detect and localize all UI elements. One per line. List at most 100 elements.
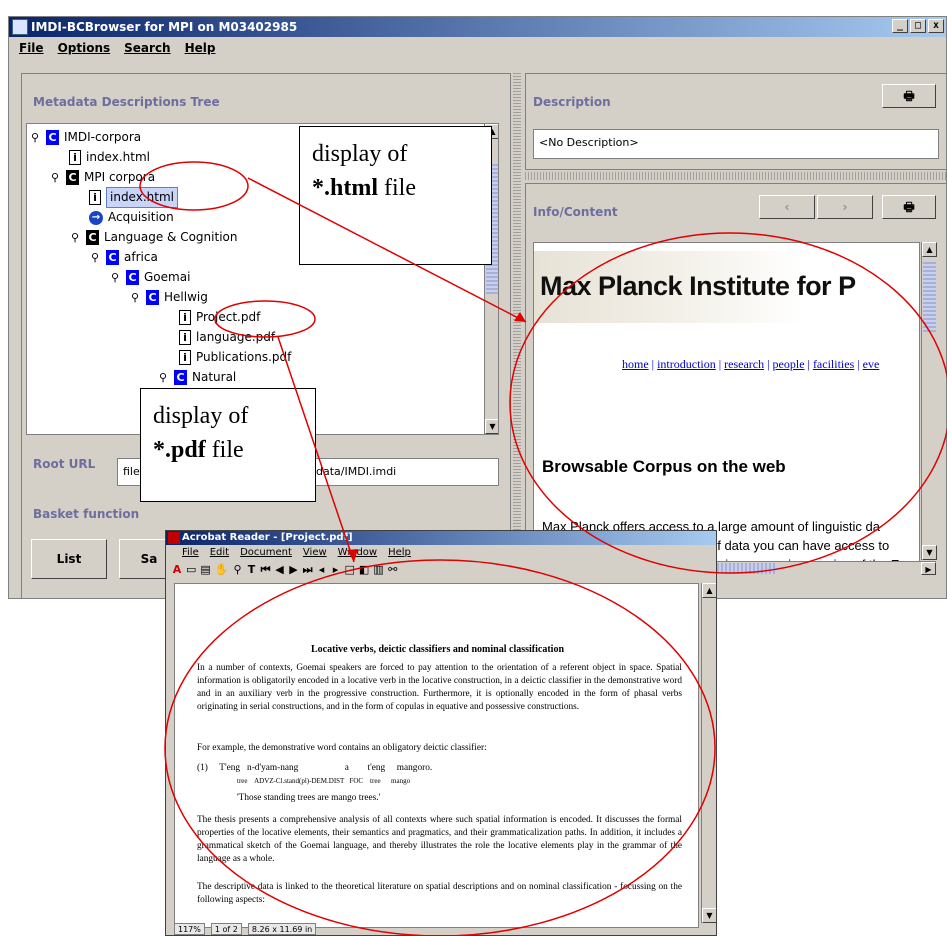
- scroll-right-icon[interactable]: ▶: [921, 562, 936, 575]
- go-back-icon[interactable]: ◂: [317, 561, 327, 578]
- zoom-level[interactable]: 117%: [174, 923, 205, 935]
- callout-rest: file: [205, 437, 244, 463]
- acro-menu-window[interactable]: Window: [338, 546, 377, 559]
- menu-options[interactable]: Options: [58, 38, 111, 58]
- scroll-down-icon[interactable]: ▼: [485, 419, 498, 434]
- horizontal-splitter[interactable]: [525, 172, 946, 180]
- tree-node-label: Language & Cognition: [104, 230, 238, 244]
- acrobat-title: Acrobat Reader - [Project.pdf]: [182, 532, 353, 543]
- back-button[interactable]: ‹: [759, 195, 815, 219]
- menu-help[interactable]: Help: [185, 38, 216, 58]
- forward-button[interactable]: ›: [817, 195, 873, 219]
- tree-node-goemai[interactable]: ⚲ C Goemai: [111, 268, 190, 287]
- scroll-thumb[interactable]: [923, 262, 936, 332]
- print-button[interactable]: 🖶: [882, 84, 936, 108]
- tree-node-label: Acquisition: [108, 210, 174, 224]
- key-icon: ⚲: [91, 251, 100, 264]
- zoom-tool-icon[interactable]: ⚲: [233, 561, 243, 578]
- printer-icon: 🖶: [903, 89, 915, 103]
- next-page-icon[interactable]: ▶: [289, 561, 299, 578]
- tree-node-hellwig[interactable]: ⚲ C Hellwig: [131, 288, 208, 307]
- tree-node-project-pdf[interactable]: i Project.pdf: [179, 308, 260, 327]
- actual-size-icon[interactable]: □: [345, 561, 355, 578]
- chevron-right-icon: ›: [842, 200, 848, 214]
- pdf-paragraph: In a number of contexts, Goemai speakers…: [197, 663, 682, 712]
- acro-menu-view[interactable]: View: [303, 546, 327, 559]
- acro-menu-file[interactable]: File: [182, 546, 199, 559]
- pdf-paragraph: The descriptive data is linked to the th…: [197, 882, 682, 905]
- page-number[interactable]: 1 of 2: [210, 923, 242, 935]
- scroll-down-icon[interactable]: ▼: [922, 545, 937, 560]
- title-bar[interactable]: IMDI-BCBrowser for MPI on M03402985 _ □ …: [9, 17, 946, 37]
- nav-introduction[interactable]: introduction: [657, 357, 716, 371]
- chevron-left-icon: ‹: [784, 200, 790, 214]
- nav-events[interactable]: eve: [863, 357, 880, 371]
- go-forward-icon[interactable]: ▸: [331, 561, 341, 578]
- text-tool-icon[interactable]: T: [247, 561, 257, 578]
- acro-menu-document[interactable]: Document: [240, 546, 292, 559]
- callout-line: display of: [153, 403, 249, 429]
- list-button[interactable]: List: [31, 539, 107, 579]
- print-content-button[interactable]: 🖶: [882, 195, 936, 219]
- acrobat-toolbar: A ▭ ▤ ✋ ⚲ T ⏮ ◀ ▶ ⏭ ◂ ▸ □ ◧ ▥ ⚯: [168, 561, 716, 578]
- nav-people[interactable]: people: [773, 357, 805, 371]
- maximize-button[interactable]: □: [910, 19, 926, 33]
- nav-research[interactable]: research: [724, 357, 764, 371]
- minimize-button[interactable]: _: [892, 19, 908, 33]
- tree-node-mpi-corpora[interactable]: ⚲ C MPI corpora: [51, 168, 155, 187]
- nav-home[interactable]: home: [622, 357, 649, 371]
- tree-node-imdi-corpora[interactable]: ⚲ C IMDI-corpora: [31, 128, 141, 147]
- page-header: Max Planck Institute for P: [540, 271, 856, 301]
- acro-menu-edit[interactable]: Edit: [210, 546, 229, 559]
- info-icon: i: [69, 150, 81, 165]
- info-scrollbar[interactable]: ▲ ▼: [921, 242, 937, 560]
- acrobat-title-bar[interactable]: Acrobat Reader - [Project.pdf]: [166, 531, 716, 545]
- tree-node-label: Publications.pdf: [196, 350, 292, 364]
- acro-menu-help[interactable]: Help: [388, 546, 411, 559]
- hand-tool-icon[interactable]: ✋: [215, 561, 229, 578]
- find-icon[interactable]: ⚯: [388, 561, 398, 578]
- menu-search[interactable]: Search: [124, 38, 170, 58]
- tree-node-label: index.html: [86, 150, 150, 164]
- tree-node-publications-pdf[interactable]: i Publications.pdf: [179, 348, 291, 367]
- tree-node-language-cognition[interactable]: ⚲ C Language & Cognition: [71, 228, 237, 247]
- tree-node-label: index.html: [106, 187, 178, 208]
- tree-node-natural[interactable]: ⚲ C Natural: [159, 368, 236, 387]
- callout-bold: *.html: [312, 175, 378, 201]
- splitter-handle[interactable]: [513, 73, 521, 598]
- description-title: Description: [533, 95, 611, 109]
- tree-node-label: MPI corpora: [84, 170, 156, 184]
- corpus-icon: C: [174, 370, 187, 385]
- pdf-gloss: tree ADVZ-Cl.stand(pl)-DEM.DIST FOC tree…: [237, 777, 411, 785]
- tree-node-index-html-selected[interactable]: i index.html: [89, 187, 178, 208]
- hscroll-thumb[interactable]: [717, 563, 777, 574]
- fit-page-icon[interactable]: ◧: [359, 561, 369, 578]
- key-icon: ⚲: [159, 371, 168, 384]
- info-hscrollbar[interactable]: ▶: [705, 561, 936, 575]
- key-icon: ⚲: [31, 131, 40, 144]
- root-url-value-start: file: [123, 465, 140, 478]
- corpus-icon: C: [146, 290, 159, 305]
- scroll-up-icon[interactable]: ▲: [922, 242, 937, 257]
- nav-facilities[interactable]: facilities: [813, 357, 854, 371]
- info-icon: i: [179, 310, 191, 325]
- scroll-up-icon[interactable]: ▲: [702, 583, 716, 598]
- first-page-icon[interactable]: ⏮: [261, 561, 271, 578]
- print-icon[interactable]: ▤: [200, 561, 210, 578]
- html-content-view[interactable]: Max Planck Institute for P home | introd…: [533, 242, 920, 572]
- tree-node-index-html[interactable]: i index.html: [69, 148, 150, 167]
- scroll-down-icon[interactable]: ▼: [702, 908, 716, 923]
- page-size: 8.26 x 11.69 in: [247, 923, 317, 935]
- pdf-page[interactable]: Locative verbs, deictic classifiers and …: [174, 583, 699, 928]
- tree-node-language-pdf[interactable]: i language.pdf: [179, 328, 275, 347]
- last-page-icon[interactable]: ⏭: [303, 561, 313, 578]
- tree-node-africa[interactable]: ⚲ Cafrica: [91, 248, 158, 267]
- tree-node-acquisition[interactable]: → Acquisition: [89, 208, 174, 227]
- open-icon[interactable]: ▭: [186, 561, 196, 578]
- menu-file[interactable]: File: [19, 38, 44, 58]
- close-button[interactable]: x: [928, 19, 944, 33]
- html-callout: display of *.html file: [299, 126, 492, 265]
- fit-width-icon[interactable]: ▥: [373, 561, 383, 578]
- prev-page-icon[interactable]: ◀: [275, 561, 285, 578]
- pdf-scrollbar[interactable]: ▲ ▼: [701, 583, 716, 923]
